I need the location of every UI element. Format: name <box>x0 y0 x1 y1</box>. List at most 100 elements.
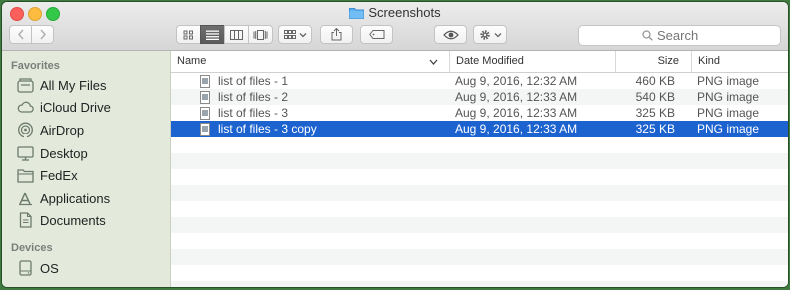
forward-button[interactable] <box>31 25 54 44</box>
list-header: Name Date Modified Size Kind <box>171 51 788 73</box>
cover-flow-view-button[interactable] <box>248 25 273 44</box>
tag-icon <box>368 30 384 39</box>
arrange-grid-icon <box>283 29 296 39</box>
sidebar-item-fedex[interactable]: FedEx <box>17 165 78 185</box>
navigation-buttons <box>9 25 54 44</box>
file-name: list of files - 2 <box>218 90 289 104</box>
column-header-kind[interactable]: Kind <box>691 51 788 72</box>
cloud-icon <box>17 101 34 113</box>
airdrop-icon <box>18 122 33 138</box>
file-size: 540 KB <box>635 90 675 104</box>
sidebar: Favorites All My Files iCloud Drive AirD <box>2 51 171 287</box>
sidebar-item-label: Desktop <box>40 145 88 161</box>
action-button[interactable] <box>473 25 507 44</box>
chevron-down-icon <box>299 32 306 37</box>
empty-row <box>171 153 788 169</box>
search-field[interactable] <box>578 25 781 46</box>
sidebar-item-label: iCloud Drive <box>40 99 111 115</box>
chevron-down-icon <box>494 32 501 37</box>
date-modified: Aug 9, 2016, 12:33 AM <box>455 90 578 104</box>
sidebar-item-documents[interactable]: Documents <box>17 210 106 230</box>
sidebar-item-airdrop[interactable]: AirDrop <box>17 120 84 140</box>
file-list: Name Date Modified Size Kind list of fil… <box>171 51 788 287</box>
window-title-area: Screenshots <box>2 5 788 20</box>
cover-flow-icon <box>253 29 268 40</box>
empty-row <box>171 169 788 185</box>
folder-icon <box>17 168 34 183</box>
image-file-icon <box>200 106 210 120</box>
sidebar-item-label: OS <box>40 260 59 276</box>
file-name-cell: list of files - 3 <box>199 105 288 121</box>
finder-window: Screenshots Search Favorites All My File… <box>2 2 788 287</box>
file-name: list of files - 1 <box>218 74 289 88</box>
table-row[interactable]: list of files - 3 copy Aug 9, 2016, 12:3… <box>171 121 788 137</box>
share-button[interactable] <box>320 25 353 44</box>
sidebar-item-label: FedEx <box>40 167 78 183</box>
sidebar-item-os[interactable]: OS <box>17 258 59 278</box>
search-input[interactable] <box>653 28 717 43</box>
empty-row <box>171 281 788 287</box>
date-modified: Aug 9, 2016, 12:32 AM <box>455 74 578 88</box>
empty-row <box>171 249 788 265</box>
icon-view-icon <box>183 30 193 39</box>
file-name: list of files - 3 <box>218 106 289 120</box>
column-view-icon <box>230 29 243 40</box>
sidebar-item-icloud-drive[interactable]: iCloud Drive <box>17 97 111 117</box>
sidebar-item-label: All My Files <box>40 77 107 93</box>
file-name: list of files - 3 copy <box>218 122 317 136</box>
file-rows: list of files - 1 Aug 9, 2016, 12:32 AM … <box>171 73 788 287</box>
icon-view-button[interactable] <box>176 25 201 44</box>
quick-look-button[interactable] <box>434 25 467 44</box>
applications-icon <box>19 192 32 206</box>
list-view-icon <box>206 30 219 40</box>
file-size: 460 KB <box>635 74 675 88</box>
sidebar-item-label: Documents <box>40 212 106 228</box>
file-name-cell: list of files - 3 copy <box>199 121 317 137</box>
window-title: Screenshots <box>368 5 441 20</box>
empty-row <box>171 137 788 153</box>
file-name-cell: list of files - 2 <box>199 89 288 105</box>
back-button[interactable] <box>9 25 32 44</box>
file-kind: PNG image <box>697 122 760 136</box>
sort-descending-icon <box>429 59 438 65</box>
column-header-name[interactable]: Name <box>171 51 449 72</box>
chevron-right-icon <box>39 29 46 40</box>
image-file-icon <box>200 122 210 136</box>
desktop-icon <box>17 145 34 161</box>
sidebar-item-desktop[interactable]: Desktop <box>17 143 88 163</box>
column-view-button[interactable] <box>224 25 249 44</box>
table-row[interactable]: list of files - 2 Aug 9, 2016, 12:33 AM … <box>171 89 788 105</box>
date-modified: Aug 9, 2016, 12:33 AM <box>455 122 578 136</box>
column-header-size[interactable]: Size <box>615 51 691 72</box>
folder-icon <box>349 8 365 19</box>
list-view-button[interactable] <box>200 25 225 44</box>
title-bar: Screenshots <box>2 2 788 51</box>
sidebar-item-applications[interactable]: Applications <box>17 188 110 208</box>
image-file-icon <box>200 90 210 104</box>
arrange-button[interactable] <box>278 25 312 44</box>
share-icon <box>331 28 342 41</box>
devices-heading: Devices <box>11 242 53 254</box>
file-kind: PNG image <box>697 106 760 120</box>
date-modified: Aug 9, 2016, 12:33 AM <box>455 106 578 120</box>
file-kind: PNG image <box>697 90 760 104</box>
eye-icon <box>442 30 459 39</box>
chevron-left-icon <box>17 29 24 40</box>
column-header-date-modified[interactable]: Date Modified <box>449 51 615 72</box>
empty-row <box>171 185 788 201</box>
empty-row <box>171 217 788 233</box>
image-file-icon <box>200 74 210 88</box>
tags-button[interactable] <box>360 25 393 44</box>
table-row[interactable]: list of files - 3 Aug 9, 2016, 12:33 AM … <box>171 105 788 121</box>
search-icon <box>642 30 653 41</box>
file-size: 325 KB <box>635 106 675 120</box>
empty-row <box>171 233 788 249</box>
sidebar-item-all-my-files[interactable]: All My Files <box>17 75 106 95</box>
empty-row <box>171 265 788 281</box>
file-size: 325 KB <box>635 122 675 136</box>
sidebar-item-label: Applications <box>40 190 111 206</box>
documents-icon <box>19 212 32 228</box>
table-row[interactable]: list of files - 1 Aug 9, 2016, 12:32 AM … <box>171 73 788 89</box>
file-kind: PNG image <box>697 74 760 88</box>
sidebar-item-label: AirDrop <box>40 122 85 138</box>
